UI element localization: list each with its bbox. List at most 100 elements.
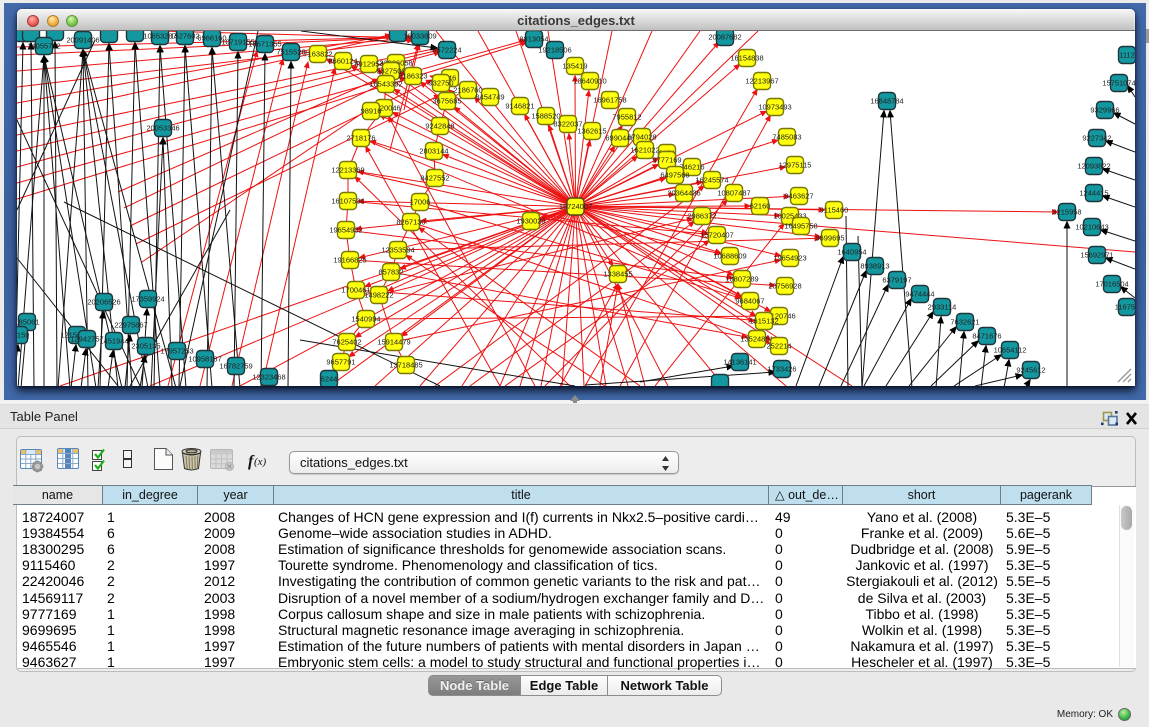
svg-text:3675685: 3675685: [432, 97, 461, 106]
svg-text:17359924: 17359924: [131, 295, 164, 304]
svg-text:135419: 135419: [562, 62, 587, 71]
svg-text:20364436: 20364436: [667, 189, 700, 198]
svg-text:6244: 6244: [321, 375, 338, 384]
svg-text:19654932: 19654932: [329, 226, 362, 235]
svg-text:19218506: 19218506: [538, 46, 571, 55]
svg-text:16245574: 16245574: [695, 176, 728, 185]
svg-text:9474444: 9474444: [905, 290, 934, 299]
svg-text:8938913: 8938913: [860, 262, 889, 271]
svg-text:17006: 17006: [410, 198, 431, 207]
svg-text:16543392: 16543392: [369, 80, 402, 89]
svg-text:13718485: 13718485: [389, 361, 422, 370]
svg-text:9115460: 9115460: [820, 206, 849, 215]
svg-text:15720407: 15720407: [700, 231, 733, 240]
svg-text:16848784: 16848784: [870, 97, 903, 106]
svg-text:1451944: 1451944: [99, 337, 128, 346]
svg-text:9227342: 9227342: [1082, 134, 1111, 143]
svg-text:22975867: 22975867: [114, 321, 147, 330]
svg-text:185061: 185061: [17, 318, 40, 327]
svg-text:12093822: 12093822: [1077, 162, 1110, 171]
svg-text:932750: 932750: [428, 79, 453, 88]
svg-text:98916: 98916: [361, 107, 382, 116]
svg-text:10210643: 10210643: [1075, 223, 1108, 232]
svg-text:2803144: 2803144: [419, 147, 448, 156]
svg-text:7485083: 7485083: [772, 133, 801, 142]
svg-text:8813054: 8813054: [519, 35, 548, 44]
svg-text:6379197: 6379197: [882, 276, 911, 285]
svg-text:7955812: 7955812: [612, 113, 641, 122]
svg-text:15751074: 15751074: [1102, 79, 1135, 88]
svg-text:19166825: 19166825: [333, 256, 366, 265]
svg-text:(x): (x): [254, 456, 267, 468]
svg-text:1498222: 1498222: [364, 291, 393, 300]
svg-text:16107534: 16107534: [331, 197, 364, 206]
svg-text:7632621: 7632621: [950, 318, 979, 327]
svg-text:9146821: 9146821: [505, 102, 534, 111]
svg-text:10958187: 10958187: [188, 355, 221, 364]
svg-text:12213967: 12213967: [745, 77, 778, 86]
svg-text:10688609: 10688609: [713, 252, 746, 261]
svg-text:7515526: 7515526: [276, 48, 305, 57]
svg-text:1621022: 1621022: [630, 146, 659, 155]
svg-text:8454749: 8454749: [475, 93, 504, 102]
svg-text:20053346: 20053346: [146, 124, 179, 133]
svg-text:20206526: 20206526: [87, 298, 120, 307]
svg-text:9329966: 9329966: [1090, 106, 1119, 115]
svg-text:7625402: 7625402: [332, 338, 361, 347]
svg-text:10973493: 10973493: [758, 103, 791, 112]
svg-text:1527602: 1527602: [170, 32, 199, 41]
svg-text:1338455: 1338455: [603, 270, 632, 279]
svg-text:9657791: 9657791: [326, 358, 355, 367]
svg-text:1640954: 1640954: [837, 248, 866, 257]
svg-text:18724007: 18724007: [559, 202, 592, 211]
svg-text:857832: 857832: [378, 268, 403, 277]
svg-text:20091406: 20091406: [66, 36, 99, 45]
svg-text:9684067: 9684067: [735, 297, 764, 306]
svg-text:18807289: 18807289: [725, 275, 758, 284]
svg-text:15914479: 15914479: [377, 338, 410, 347]
svg-text:2933114: 2933114: [928, 303, 957, 312]
svg-text:16782759: 16782759: [219, 362, 252, 371]
svg-text:1540994: 1540994: [351, 315, 380, 324]
svg-text:9245612: 9245612: [1016, 366, 1045, 375]
svg-text:8427552: 8427552: [420, 174, 449, 183]
svg-text:15692971: 15692971: [1080, 251, 1113, 260]
svg-text:20756928: 20756928: [768, 282, 801, 291]
svg-text:16495758: 16495758: [784, 222, 817, 231]
svg-text:1930029: 1930029: [516, 217, 545, 226]
svg-text:8186323: 8186323: [398, 72, 427, 81]
svg-text:6794028: 6794028: [627, 133, 656, 142]
svg-text:252214: 252214: [766, 342, 791, 351]
svg-text:6497568: 6497568: [660, 171, 689, 180]
svg-text:3215958: 3215958: [1052, 208, 1081, 217]
svg-text:93159: 93159: [17, 331, 29, 340]
svg-text:2986372: 2986372: [687, 212, 716, 221]
svg-text:18640910: 18640910: [573, 77, 606, 86]
svg-text:1112: 1112: [1119, 51, 1135, 60]
svg-text:9242848: 9242848: [425, 122, 454, 131]
svg-text:2718176: 2718176: [346, 134, 375, 143]
svg-text:10807487: 10807487: [717, 189, 750, 198]
svg-text:2305135: 2305135: [131, 342, 160, 351]
svg-text:17016504: 17016504: [1095, 280, 1128, 289]
svg-text:1362615: 1362615: [577, 127, 606, 136]
svg-text:10654112: 10654112: [994, 346, 1027, 355]
svg-text:16961758: 16961758: [593, 96, 626, 105]
svg-text:9777169: 9777169: [652, 156, 681, 165]
svg-text:14136141: 14136141: [723, 358, 756, 367]
svg-text:12323468: 12323468: [252, 373, 285, 382]
svg-text:1244415: 1244415: [1079, 189, 1108, 198]
svg-text:8660124: 8660124: [328, 57, 357, 66]
svg-text:19654923: 19654923: [773, 254, 806, 263]
svg-text:12975115: 12975115: [779, 161, 812, 170]
svg-text:1733426: 1733426: [767, 365, 796, 374]
svg-text:8572224: 8572224: [432, 46, 461, 55]
svg-text:1615132: 1615132: [749, 317, 778, 326]
svg-text:12213369: 12213369: [331, 166, 364, 175]
svg-text:116753: 116753: [1115, 303, 1135, 312]
svg-text:16154838: 16154838: [730, 54, 763, 63]
svg-text:12353594: 12353594: [381, 246, 414, 255]
svg-text:8267130: 8267130: [396, 218, 425, 227]
svg-text:16033809: 16033809: [403, 32, 436, 41]
svg-text:8471676: 8471676: [972, 332, 1001, 341]
